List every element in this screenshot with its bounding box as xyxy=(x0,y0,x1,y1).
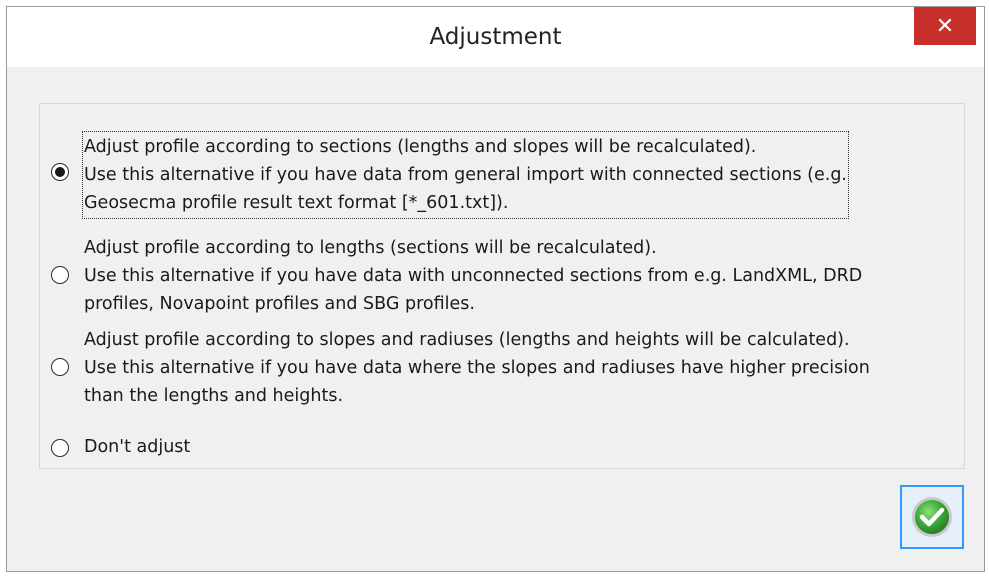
option-sections-label[interactable]: Adjust profile according to sections (le… xyxy=(82,131,849,219)
option-slopes-line-2: Use this alternative if you have data wh… xyxy=(84,358,870,378)
option-lengths-label[interactable]: Adjust profile according to lengths (sec… xyxy=(84,234,862,318)
option-sections-line-2: Use this alternative if you have data fr… xyxy=(84,165,847,185)
close-button[interactable]: ✕ xyxy=(914,7,976,45)
radio-sections[interactable] xyxy=(51,163,69,181)
radio-dont-adjust[interactable] xyxy=(51,439,69,457)
option-slopes-label[interactable]: Adjust profile according to slopes and r… xyxy=(84,326,870,410)
option-sections-line-3: Geosecma profile result text format [*_6… xyxy=(84,193,509,213)
option-sections-line-1: Adjust profile according to sections (le… xyxy=(84,137,757,157)
radio-slopes[interactable] xyxy=(51,358,69,376)
radio-lengths[interactable] xyxy=(51,266,69,284)
option-lengths-line-3: profiles, Novapoint profiles and SBG pro… xyxy=(84,294,475,314)
close-icon: ✕ xyxy=(935,13,955,39)
title-bar: Adjustment ✕ xyxy=(7,7,984,67)
option-lengths-line-2: Use this alternative if you have data wi… xyxy=(84,266,863,286)
option-lengths-line-1: Adjust profile according to lengths (sec… xyxy=(84,238,657,258)
option-slopes-line-1: Adjust profile according to slopes and r… xyxy=(84,330,850,350)
ok-button[interactable] xyxy=(900,485,964,549)
adjustment-options-group: Adjust profile according to sections (le… xyxy=(39,103,965,469)
checkmark-icon xyxy=(912,497,952,537)
option-slopes-line-3: than the lengths and heights. xyxy=(84,386,344,406)
adjustment-dialog: Adjustment ✕ Adjust profile according to… xyxy=(6,6,985,572)
option-dont-adjust-label[interactable]: Don't adjust xyxy=(84,433,190,461)
dialog-title: Adjustment xyxy=(429,24,562,50)
option-dont-adjust-line-1: Don't adjust xyxy=(84,437,191,457)
